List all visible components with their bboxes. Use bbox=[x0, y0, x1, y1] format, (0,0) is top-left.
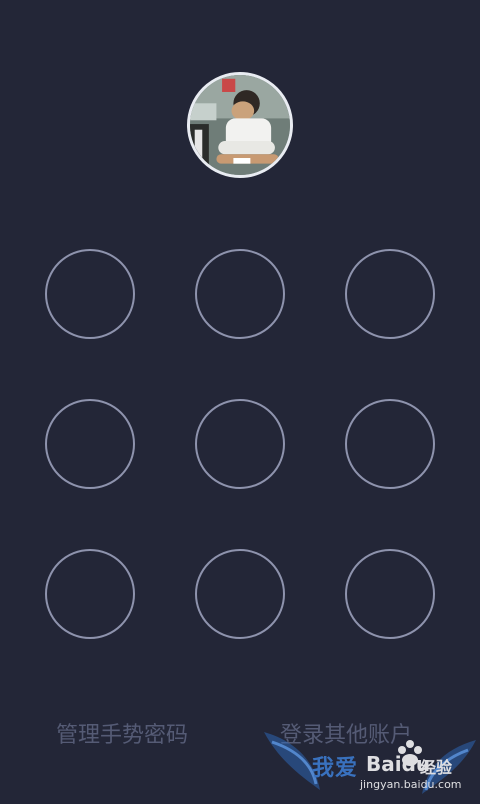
pattern-dot-2[interactable] bbox=[195, 249, 285, 339]
pattern-dot-4[interactable] bbox=[45, 399, 135, 489]
manage-gesture-password-link[interactable]: 管理手势密码 bbox=[56, 720, 188, 752]
pattern-dot-5[interactable] bbox=[195, 399, 285, 489]
pattern-dot-8[interactable] bbox=[195, 549, 285, 639]
pattern-dot-9[interactable] bbox=[345, 549, 435, 639]
pattern-dot-7[interactable] bbox=[45, 549, 135, 639]
pattern-dot-1[interactable] bbox=[45, 249, 135, 339]
pattern-dot-3[interactable] bbox=[345, 249, 435, 339]
login-other-account-link[interactable]: 登录其他账户 bbox=[280, 720, 412, 752]
gesture-pattern-grid[interactable] bbox=[0, 0, 480, 800]
pattern-dot-6[interactable] bbox=[345, 399, 435, 489]
